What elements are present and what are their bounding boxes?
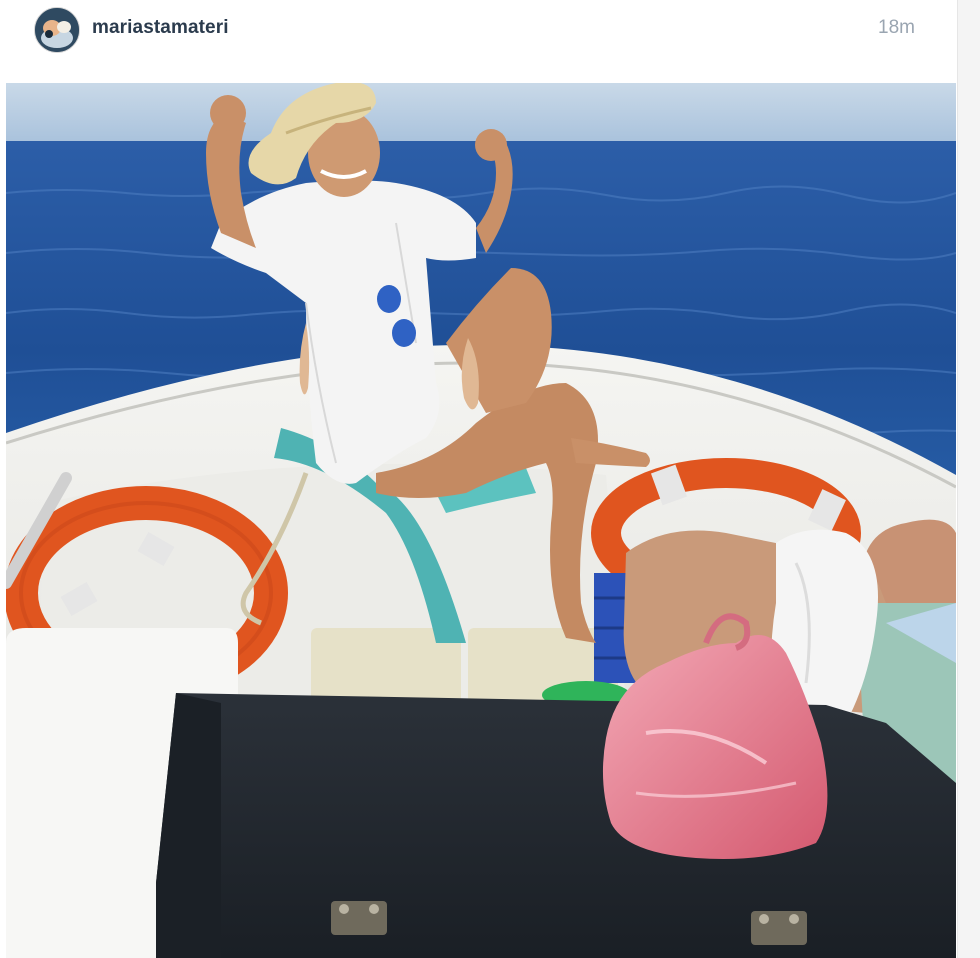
page-scrollbar[interactable] <box>957 0 980 958</box>
post-photo-image[interactable] <box>6 83 956 958</box>
instagram-post-page: mariastamateri 18m <box>0 0 980 958</box>
username-link[interactable]: mariastamateri <box>92 17 229 39</box>
post-header: mariastamateri 18m <box>6 0 956 82</box>
profile-avatar-icon[interactable] <box>34 7 80 53</box>
post-timestamp[interactable]: 18m <box>878 17 915 39</box>
